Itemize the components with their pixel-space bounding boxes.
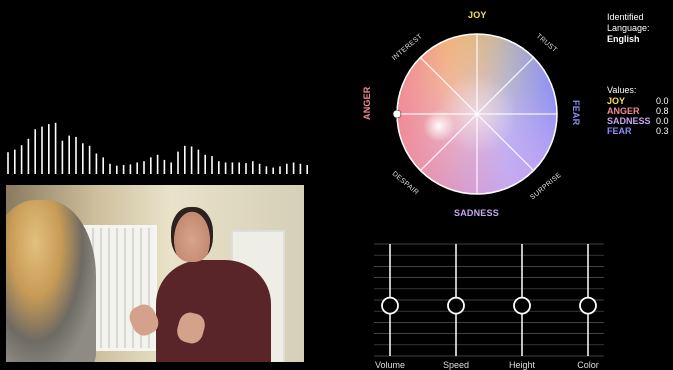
value-number: 0.0	[656, 116, 669, 126]
value-row-sadness: SADNESS 0.0	[607, 116, 673, 126]
video-frame[interactable]	[6, 185, 304, 362]
video-person-right-head	[171, 207, 213, 262]
info-panel: Identified Language: English Values: JOY…	[607, 12, 673, 136]
audio-waveform	[7, 122, 309, 174]
wheel-label-sadness: SADNESS	[454, 208, 499, 218]
wheel-divider-lines	[397, 34, 557, 194]
value-name: FEAR	[607, 126, 632, 136]
value-row-fear: FEAR 0.3	[607, 126, 673, 136]
wheel-label-anger: ANGER	[362, 86, 372, 120]
value-name: ANGER	[607, 106, 640, 116]
slider-knob-speed[interactable]	[447, 296, 465, 315]
emotion-marker[interactable]	[392, 109, 402, 119]
value-number: 0.0	[656, 96, 669, 106]
emotion-wheel-graphic[interactable]	[362, 8, 592, 230]
language-label: Language:	[607, 23, 650, 33]
emotion-position-glow	[423, 110, 455, 142]
emotion-wheel: JOY ANGER FEAR SADNESS INTEREST TRUST DE…	[362, 8, 592, 230]
value-name: SADNESS	[607, 116, 651, 126]
value-row-joy: JOY 0.0	[607, 96, 673, 106]
slider-knob-color[interactable]	[579, 296, 597, 315]
slider-panel: Volume Speed Height Color	[374, 240, 604, 370]
value-number: 0.8	[656, 106, 669, 116]
video-person-left	[6, 200, 96, 362]
slider-knob-height[interactable]	[513, 296, 531, 315]
video-person-right	[156, 260, 271, 362]
wheel-label-fear: FEAR	[571, 100, 581, 126]
value-number: 0.3	[656, 126, 669, 136]
wheel-label-joy: JOY	[468, 10, 487, 20]
value-name: JOY	[607, 96, 626, 106]
slider-grid	[374, 243, 604, 357]
language-value: English	[607, 34, 640, 44]
identified-label: Identified	[607, 12, 644, 22]
values-heading: Values:	[607, 85, 637, 95]
slider-knob-volume[interactable]	[381, 296, 399, 315]
values-list: JOY 0.0 ANGER 0.8 SADNESS 0.0 FEAR 0.3	[607, 96, 673, 136]
value-row-anger: ANGER 0.8	[607, 106, 673, 116]
